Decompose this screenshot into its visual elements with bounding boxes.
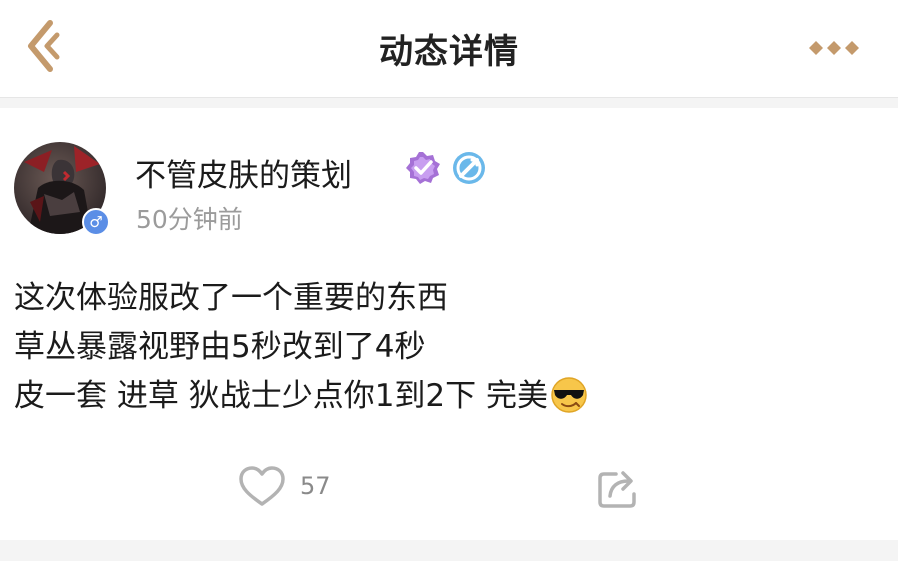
post-line: 草丛暴露视野由5秒改到了4秒 [14,329,426,365]
post-content: 这次体验服改了一个重要的东西 草丛暴露视野由5秒改到了4秒 皮一套 进草 狄战士… [14,274,884,421]
post-timestamp: 50分钟前 [136,205,243,234]
level-badge-icon [453,152,485,184]
post-card: ♂ 不管皮肤的策划 50分钟前 这次体验服改了一个重要的东西 草丛暴露视野由5秒… [0,108,898,540]
more-button[interactable] [804,36,864,60]
gender-badge: ♂ [82,208,110,236]
heart-icon [239,466,285,506]
top-bar: 动态详情 [0,0,898,98]
author-avatar[interactable]: ♂ [14,142,110,236]
verified-badge-icon [406,152,440,184]
share-icon [598,471,636,508]
like-count: 57 [300,472,331,500]
like-button[interactable] [237,464,287,510]
more-dots-icon [809,41,859,55]
page-title: 动态详情 [379,32,519,72]
share-button[interactable] [596,466,642,510]
post-line: 这次体验服改了一个重要的东西 [14,280,448,316]
author-name[interactable]: 不管皮肤的策划 [135,150,352,195]
post-line-text: 皮一套 进草 狄战士少点你1到2下 完美 [14,378,549,414]
post-line: 皮一套 进草 狄战士少点你1到2下 完美 [14,372,884,421]
cool-sunglasses-emoji [551,377,587,413]
